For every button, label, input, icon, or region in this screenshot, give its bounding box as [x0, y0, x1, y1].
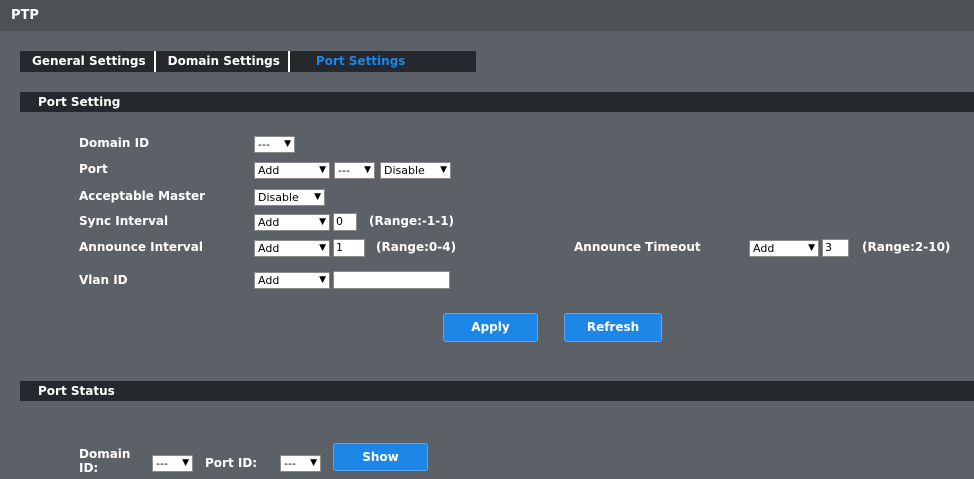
status-domain-id-select-value: --- — [156, 457, 168, 470]
status-domain-id-label-line1: Domain — [79, 447, 131, 461]
caret-down-icon: ▼ — [182, 458, 189, 468]
caret-down-icon: ▼ — [284, 139, 291, 149]
caret-down-icon: ▼ — [319, 275, 326, 285]
announce-interval-label: Announce Interval — [79, 240, 203, 254]
vlan-id-mode-select-value: Add — [258, 274, 280, 287]
port-mode-select-value: Add — [258, 164, 280, 177]
sync-interval-label: Sync Interval — [79, 214, 169, 228]
port-label: Port — [79, 162, 108, 176]
caret-down-icon: ▼ — [808, 243, 815, 253]
port-number-select-value: --- — [338, 164, 350, 177]
sync-interval-range: (Range:-1-1) — [369, 214, 455, 228]
port-mode-select[interactable]: Add ▼ — [254, 162, 330, 179]
caret-down-icon: ▼ — [319, 217, 326, 227]
domain-id-select[interactable]: --- ▼ — [254, 136, 295, 153]
status-domain-id-label-line2: ID: — [79, 461, 99, 475]
acceptable-master-select-value: Disable — [258, 191, 299, 204]
announce-interval-range: (Range:0-4) — [376, 240, 457, 254]
caret-down-icon: ▼ — [310, 458, 317, 468]
sync-interval-mode-select-value: Add — [258, 216, 280, 229]
caret-down-icon: ▼ — [440, 165, 447, 175]
domain-id-label: Domain ID — [79, 136, 150, 150]
announce-timeout-mode-select[interactable]: Add ▼ — [749, 240, 819, 257]
announce-timeout-input[interactable]: 3 — [822, 239, 849, 257]
caret-down-icon: ▼ — [364, 165, 371, 175]
apply-button[interactable]: Apply — [443, 313, 538, 342]
vlan-id-input[interactable] — [333, 271, 450, 289]
announce-timeout-mode-select-value: Add — [753, 242, 775, 255]
vlan-id-mode-select[interactable]: Add ▼ — [254, 272, 330, 289]
caret-down-icon: ▼ — [319, 165, 326, 175]
show-button[interactable]: Show — [333, 443, 428, 471]
acceptable-master-label: Acceptable Master — [79, 189, 206, 203]
tab-port-settings[interactable]: Port Settings — [290, 51, 432, 72]
status-port-id-select[interactable]: --- ▼ — [280, 455, 321, 472]
announce-timeout-range: (Range:2-10) — [862, 240, 951, 254]
sync-interval-input[interactable]: 0 — [333, 213, 357, 231]
port-status-header: Port Status — [20, 381, 974, 401]
announce-interval-input[interactable]: 1 — [333, 239, 365, 257]
caret-down-icon: ▼ — [314, 192, 321, 202]
port-state-select[interactable]: Disable ▼ — [380, 162, 451, 179]
page-title: PTP — [0, 0, 974, 31]
acceptable-master-select[interactable]: Disable ▼ — [254, 189, 325, 206]
announce-timeout-label: Announce Timeout — [574, 240, 701, 254]
tab-general-settings[interactable]: General Settings — [20, 51, 154, 72]
announce-interval-mode-select[interactable]: Add ▼ — [254, 240, 330, 257]
tab-domain-settings[interactable]: Domain Settings — [156, 51, 288, 72]
vlan-id-label: Vlan ID — [79, 273, 128, 287]
status-port-id-select-value: --- — [284, 457, 296, 470]
port-state-select-value: Disable — [384, 164, 425, 177]
status-domain-id-select[interactable]: --- ▼ — [152, 455, 193, 472]
caret-down-icon: ▼ — [319, 243, 326, 253]
port-number-select[interactable]: --- ▼ — [334, 162, 375, 179]
status-domain-id-label: Domain ID: — [79, 447, 130, 475]
sync-interval-mode-select[interactable]: Add ▼ — [254, 214, 330, 231]
port-setting-header: Port Setting — [20, 92, 974, 112]
refresh-button[interactable]: Refresh — [564, 313, 662, 342]
tab-bar: General Settings Domain Settings Port Se… — [20, 51, 476, 72]
domain-id-select-value: --- — [258, 138, 270, 151]
status-port-id-label: Port ID: — [205, 456, 258, 470]
announce-interval-mode-select-value: Add — [258, 242, 280, 255]
